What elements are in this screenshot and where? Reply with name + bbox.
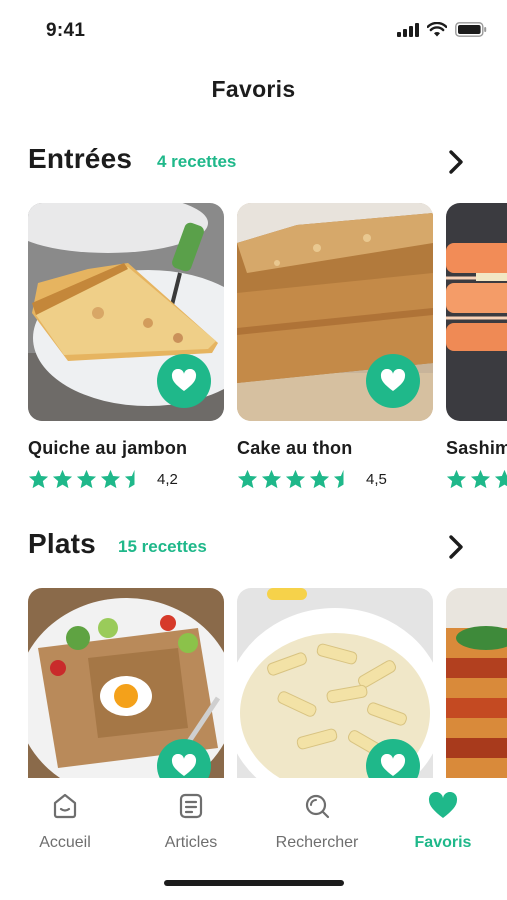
section-header: Entrées 4 recettes (0, 143, 507, 183)
chevron-right-icon (449, 535, 463, 559)
heart-icon (428, 792, 458, 818)
section-entrees: Entrées 4 recettes Quiche au jambon 4,2 … (0, 143, 507, 489)
recipe-card[interactable]: Cake au thon 4,5 (237, 203, 433, 489)
rating-stars (237, 469, 354, 489)
star-icon (261, 469, 282, 489)
home-indicator (164, 880, 344, 886)
half-star-icon (124, 469, 135, 489)
heart-icon (380, 369, 406, 391)
star-icon (470, 469, 491, 489)
nav-label: Favoris (414, 834, 472, 851)
star-icon (28, 469, 49, 489)
star-icon (237, 469, 258, 489)
nav-item-articles[interactable]: Articles (128, 790, 254, 852)
section-title: Entrées (28, 143, 133, 174)
section-count[interactable]: 15 recettes (118, 537, 207, 557)
star-icon (52, 469, 73, 489)
status-time: 9:41 (46, 20, 86, 41)
half-star-icon (333, 469, 344, 489)
nav-label: Rechercher (275, 834, 359, 851)
nav-icon (380, 790, 506, 822)
rating-stars (28, 469, 145, 489)
status-icons (397, 22, 487, 37)
recipe-card[interactable] (237, 588, 433, 778)
section-header: Plats 15 recettes (0, 528, 507, 568)
lasagna-photo (446, 588, 507, 778)
page-title: Favoris (211, 76, 296, 102)
recipe-card[interactable]: Sashimi (446, 203, 507, 489)
articles-icon (179, 793, 203, 819)
section-title: Plats (28, 528, 96, 559)
heart-icon (171, 754, 197, 776)
star-icon (76, 469, 97, 489)
section-plats: Plats 15 recettes (0, 528, 507, 778)
recipe-title: Quiche au jambon (28, 438, 188, 458)
heart-icon (380, 754, 406, 776)
search-icon (305, 794, 330, 819)
chevron-right-icon (449, 150, 463, 174)
heart-icon (171, 369, 197, 391)
nav-label: Articles (164, 834, 218, 851)
recipe-image (237, 588, 433, 778)
recipe-image (28, 203, 224, 421)
recipe-card[interactable]: Quiche au jambon 4,2 (28, 203, 224, 489)
recipe-card[interactable] (446, 588, 507, 778)
nav-item-favoris[interactable]: Favoris (380, 790, 506, 852)
recipe-image (446, 588, 507, 778)
star-icon (446, 469, 467, 489)
recipe-rating: 4,5 (237, 469, 433, 489)
nav-icon (128, 790, 254, 822)
nav-icon (2, 790, 128, 822)
battery-icon (455, 22, 487, 37)
wifi-icon (427, 22, 447, 37)
favorite-button[interactable] (157, 354, 211, 408)
star-icon (285, 469, 306, 489)
home-icon (53, 793, 77, 819)
recipe-image (28, 588, 224, 778)
nav-label: Accueil (39, 834, 91, 851)
recipe-rating: 4,2 (28, 469, 224, 489)
section-count[interactable]: 4 recettes (157, 152, 236, 172)
rating-stars (446, 469, 507, 489)
cards-row: Quiche au jambon 4,2 Cake au thon 4,5 Sa… (28, 203, 507, 503)
nav-item-rechercher[interactable]: Rechercher (254, 790, 380, 852)
star-icon (100, 469, 121, 489)
nav-item-accueil[interactable]: Accueil (2, 790, 128, 852)
section-see-all-button[interactable] (441, 532, 471, 562)
cards-row (28, 588, 507, 778)
nav-icon (254, 790, 380, 822)
star-icon (309, 469, 330, 489)
recipe-image (446, 203, 507, 421)
signal-icon (397, 22, 419, 37)
recipe-image (237, 203, 433, 421)
recipe-title: Sashimi (446, 438, 507, 458)
favorite-button[interactable] (366, 354, 420, 408)
rating-value: 4,5 (366, 470, 387, 488)
star-icon (494, 469, 507, 489)
sashimi-photo (446, 203, 507, 421)
recipe-card[interactable] (28, 588, 224, 778)
section-see-all-button[interactable] (441, 147, 471, 177)
recipe-title: Cake au thon (237, 438, 353, 458)
rating-value: 4,2 (157, 470, 178, 488)
status-bar: 9:41 (0, 0, 507, 60)
recipe-rating (446, 469, 507, 489)
